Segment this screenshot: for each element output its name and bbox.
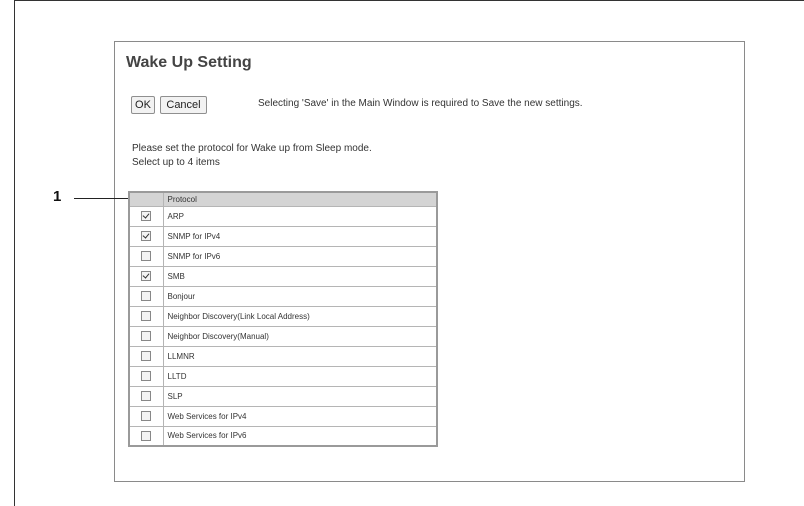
protocol-checkbox[interactable]	[141, 411, 152, 421]
selection-limit-text: Select up to 4 items	[132, 157, 220, 168]
header-checkbox-column	[128, 191, 164, 207]
protocol-checkbox[interactable]	[141, 311, 152, 321]
callout-number: 1	[53, 188, 62, 205]
table-row: Neighbor Discovery(Manual)	[128, 325, 438, 347]
protocol-checkbox-cell	[128, 245, 164, 267]
protocol-checkbox[interactable]	[141, 251, 152, 261]
table-row: Web Services for IPv6	[128, 425, 438, 447]
protocol-checkbox[interactable]	[141, 391, 152, 401]
protocol-name: SMB	[162, 265, 438, 287]
protocol-name: Neighbor Discovery(Link Local Address)	[162, 305, 438, 327]
protocol-checkbox-cell	[128, 225, 164, 247]
protocol-checkbox[interactable]	[141, 231, 152, 241]
protocol-checkbox-cell	[128, 305, 164, 327]
protocol-name: Neighbor Discovery(Manual)	[162, 325, 438, 347]
protocol-checkbox-cell	[128, 205, 164, 227]
protocol-name: LLMNR	[162, 345, 438, 367]
protocol-checkbox-cell	[128, 325, 164, 347]
protocol-checkbox-cell	[128, 265, 164, 287]
protocol-checkbox[interactable]	[141, 331, 152, 341]
protocol-checkbox-cell	[128, 365, 164, 387]
protocol-checkbox[interactable]	[141, 430, 152, 441]
table-row: SNMP for IPv4	[128, 225, 438, 247]
protocol-table: Protocol ARP SNMP for IPv4 SNMP for IPv6 SM…	[128, 191, 438, 447]
protocol-name: Web Services for IPv6	[162, 425, 438, 447]
protocol-checkbox-cell	[128, 345, 164, 367]
protocol-name: ARP	[162, 205, 438, 227]
table-row: LLTD	[128, 365, 438, 387]
table-row: Neighbor Discovery(Link Local Address)	[128, 305, 438, 327]
protocol-checkbox[interactable]	[141, 211, 152, 221]
protocol-name: Web Services for IPv4	[162, 405, 438, 427]
table-header-row: Protocol	[128, 191, 438, 207]
protocol-checkbox-cell	[128, 285, 164, 307]
protocol-checkbox-cell	[128, 425, 164, 447]
protocol-name: SNMP for IPv6	[162, 245, 438, 267]
table-row: Bonjour	[128, 285, 438, 307]
protocol-checkbox[interactable]	[141, 371, 152, 381]
table-row: SMB	[128, 265, 438, 287]
table-row: ARP	[128, 205, 438, 227]
table-row: SNMP for IPv6	[128, 245, 438, 267]
header-protocol: Protocol	[162, 191, 438, 207]
protocol-name: LLTD	[162, 365, 438, 387]
protocol-checkbox-cell	[128, 385, 164, 407]
protocol-checkbox-cell	[128, 405, 164, 427]
protocol-checkbox[interactable]	[141, 271, 152, 281]
protocol-name: SNMP for IPv4	[162, 225, 438, 247]
table-row: LLMNR	[128, 345, 438, 367]
save-note: Selecting 'Save' in the Main Window is r…	[258, 98, 583, 109]
protocol-checkbox[interactable]	[141, 291, 152, 301]
table-row: Web Services for IPv4	[128, 405, 438, 427]
instruction-text: Please set the protocol for Wake up from…	[132, 143, 372, 154]
page-title: Wake Up Setting	[126, 54, 252, 71]
protocol-name: SLP	[162, 385, 438, 407]
table-row: SLP	[128, 385, 438, 407]
protocol-checkbox[interactable]	[141, 351, 152, 361]
cancel-button[interactable]: Cancel	[160, 96, 207, 114]
ok-button[interactable]: OK	[131, 96, 155, 114]
protocol-name: Bonjour	[162, 285, 438, 307]
